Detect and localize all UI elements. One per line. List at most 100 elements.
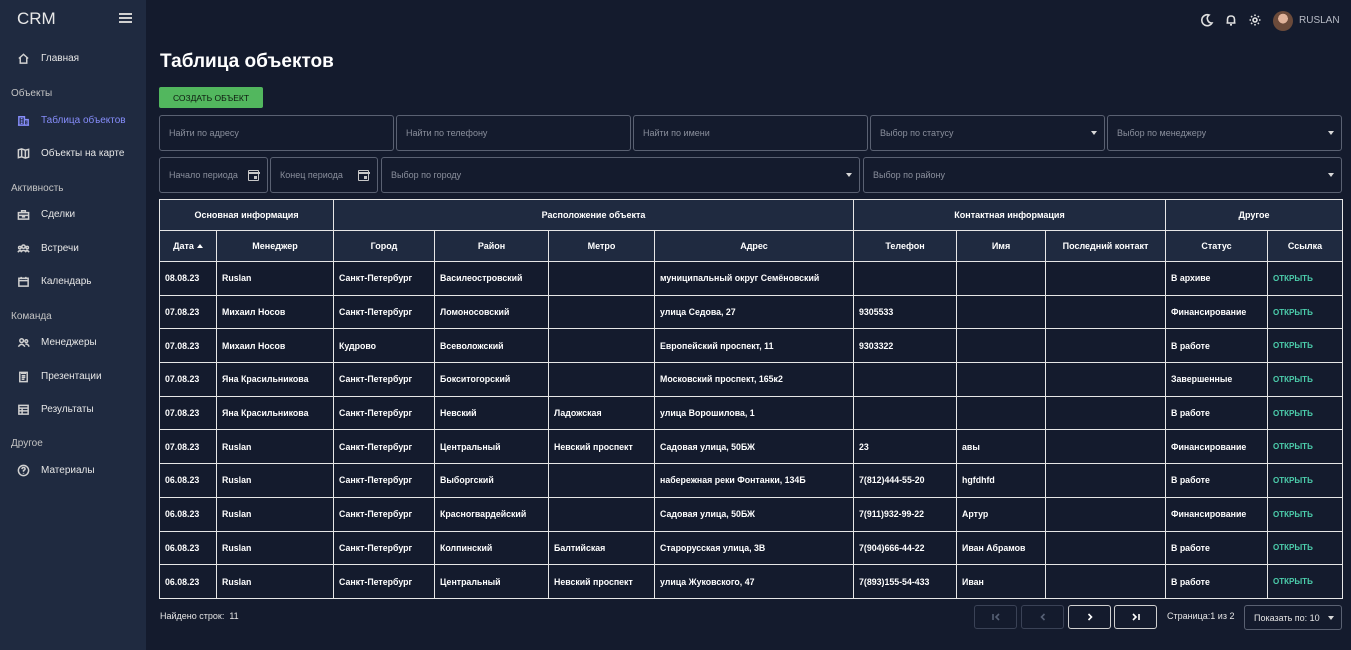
hamburger-menu-icon[interactable] [119, 13, 132, 23]
address-search-placeholder: Найти по адресу [169, 128, 239, 138]
name-search-placeholder: Найти по имени [643, 128, 710, 138]
sidebar-item-results[interactable]: Результаты [16, 400, 94, 418]
next-page-button[interactable] [1068, 605, 1111, 629]
dark-mode-icon[interactable] [1200, 13, 1214, 27]
rows-per-page-select[interactable]: Показать по: 10 [1244, 605, 1342, 630]
cell-name [956, 362, 1047, 397]
column-header-address[interactable]: Адрес [654, 230, 855, 262]
table-row[interactable]: 08.08.23 Ruslan Санкт-Петербург Василеостро… [159, 261, 1344, 296]
cell-manager: Михаил Носов [215, 294, 335, 330]
cell-status: Финансирование [1165, 294, 1269, 330]
table-row[interactable]: 06.08.23 Ruslan Санкт-Петербург Колпинский Б… [159, 530, 1344, 566]
cell-open-link[interactable]: ОТКРЫТЬ [1267, 463, 1344, 498]
sidebar-item-label: Презентации [41, 370, 102, 382]
cell-open-link[interactable]: ОТКРЫТЬ [1267, 362, 1344, 397]
table-row[interactable]: 07.08.23 Михаил Носов Санкт-Петербург Ломон… [159, 294, 1344, 330]
cell-status: Завершенные [1165, 362, 1269, 397]
cell-open-link[interactable]: ОТКРЫТЬ [1267, 530, 1344, 566]
sidebar-item-label: Объекты на карте [41, 147, 125, 159]
found-rows-label: Найдено строк: [160, 611, 225, 621]
cell-open-link[interactable]: ОТКРЫТЬ [1267, 294, 1344, 330]
calendar-icon[interactable] [247, 170, 260, 181]
column-header-city[interactable]: Город [333, 230, 436, 262]
name-search-input[interactable]: Найти по имени [633, 115, 868, 151]
avatar[interactable] [1273, 11, 1293, 31]
cell-name: авы [956, 429, 1047, 465]
sidebar-item-objects-map[interactable]: Объекты на карте [16, 144, 124, 162]
cell-date: 07.08.23 [159, 328, 217, 364]
period-end-date-input[interactable]: Конец периода [270, 157, 378, 193]
cell-last-contact [1045, 294, 1167, 330]
city-select[interactable]: Выбор по городу [381, 157, 860, 193]
cell-last-contact [1045, 429, 1167, 465]
column-header-last-contact[interactable]: Последний контакт [1045, 230, 1167, 262]
calendar-icon[interactable] [357, 170, 370, 181]
period-start-date-input[interactable]: Начало периода [159, 157, 268, 193]
column-header-metro[interactable]: Метро [548, 230, 656, 262]
sidebar-item-materials[interactable]: Материалы [16, 461, 95, 479]
cell-last-contact [1045, 496, 1167, 532]
table-row[interactable]: 06.08.23 Ruslan Санкт-Петербург Выборгский н… [159, 463, 1344, 498]
cell-open-link[interactable]: ОТКРЫТЬ [1267, 328, 1344, 364]
sidebar-section-other: Другое [11, 438, 43, 449]
cell-manager: Ruslan [215, 530, 335, 566]
cell-open-link[interactable]: ОТКРЫТЬ [1267, 496, 1344, 532]
sort-ascending-icon[interactable] [196, 244, 203, 248]
sidebar-item-calendar[interactable]: Календарь [16, 272, 91, 290]
column-header-name[interactable]: Имя [956, 230, 1047, 262]
sidebar-item-presentations[interactable]: Презентации [16, 367, 102, 385]
cell-open-link[interactable]: ОТКРЫТЬ [1267, 564, 1344, 599]
cell-district: Центральный [434, 429, 550, 465]
cell-name [956, 261, 1047, 296]
group-header-other: Другое [1165, 199, 1344, 231]
table-row[interactable]: 07.08.23 Яна Красильникова Санкт-Петербург… [159, 362, 1344, 397]
objects-table: Основная информация Расположение объекта… [158, 199, 1344, 599]
column-header-manager[interactable]: Менеджер [215, 230, 335, 262]
cell-manager: Яна Красильникова [215, 395, 335, 431]
column-header-status[interactable]: Статус [1165, 230, 1269, 262]
settings-gear-icon[interactable] [1248, 13, 1262, 27]
cell-open-link[interactable]: ОТКРЫТЬ [1267, 429, 1344, 465]
table-row[interactable]: 07.08.23 Ruslan Санкт-Петербург Центральный… [159, 429, 1344, 465]
cell-district: Красногвардейский [434, 496, 550, 532]
page-title: Таблица объектов [160, 51, 334, 72]
column-header-date[interactable]: Дата [159, 230, 217, 262]
table-row[interactable]: 07.08.23 Яна Красильникова Санкт-Петербург… [159, 395, 1344, 431]
sidebar-item-meetings[interactable]: Встречи [16, 239, 79, 257]
column-header-district[interactable]: Район [434, 230, 550, 262]
cell-address: Старорусская улица, 3В [654, 530, 855, 566]
table-row[interactable]: 06.08.23 Ruslan Санкт-Петербург Красногвард… [159, 496, 1344, 532]
sidebar-item-managers[interactable]: Менеджеры [16, 333, 97, 351]
table-row[interactable]: 06.08.23 Ruslan Санкт-Петербург Центральный… [159, 564, 1344, 599]
notifications-bell-icon[interactable] [1224, 13, 1238, 27]
table-row[interactable]: 07.08.23 Михаил Носов Кудрово Всеволожский Е… [159, 328, 1344, 364]
cell-open-link[interactable]: ОТКРЫТЬ [1267, 261, 1344, 296]
first-page-button[interactable] [974, 605, 1017, 629]
phone-search-input[interactable]: Найти по телефону [396, 115, 631, 151]
last-page-button[interactable] [1114, 605, 1157, 629]
address-search-input[interactable]: Найти по адресу [159, 115, 394, 151]
map-icon [16, 146, 30, 160]
sidebar-item-objects-table[interactable]: Таблица объектов [16, 111, 126, 129]
period-start-placeholder: Начало периода [169, 170, 238, 180]
cell-phone: 7(904)666-44-22 [853, 530, 958, 566]
sidebar-item-label: Календарь [41, 275, 92, 287]
cell-open-link[interactable]: ОТКРЫТЬ [1267, 395, 1344, 431]
previous-page-button[interactable] [1021, 605, 1064, 629]
manager-select[interactable]: Выбор по менеджеру [1107, 115, 1342, 151]
cell-phone: 9303322 [853, 328, 958, 364]
sidebar-item-home[interactable]: Главная [16, 49, 79, 67]
cell-date: 07.08.23 [159, 362, 217, 397]
create-object-button[interactable]: СОЗДАТЬ ОБЪЕКТ [159, 87, 263, 108]
sidebar-item-label: Менеджеры [41, 336, 97, 348]
column-header-phone[interactable]: Телефон [853, 230, 958, 262]
username-label[interactable]: RUSLAN [1299, 15, 1340, 26]
status-select[interactable]: Выбор по статусу [870, 115, 1105, 151]
sidebar-item-label: Материалы [41, 464, 95, 476]
district-select[interactable]: Выбор по району [863, 157, 1342, 193]
cell-name [956, 395, 1047, 431]
group-header-main-info: Основная информация [158, 199, 335, 231]
sidebar-item-deals[interactable]: Сделки [16, 205, 75, 223]
sidebar-item-label: Встречи [41, 242, 79, 254]
cell-last-contact [1045, 463, 1167, 498]
